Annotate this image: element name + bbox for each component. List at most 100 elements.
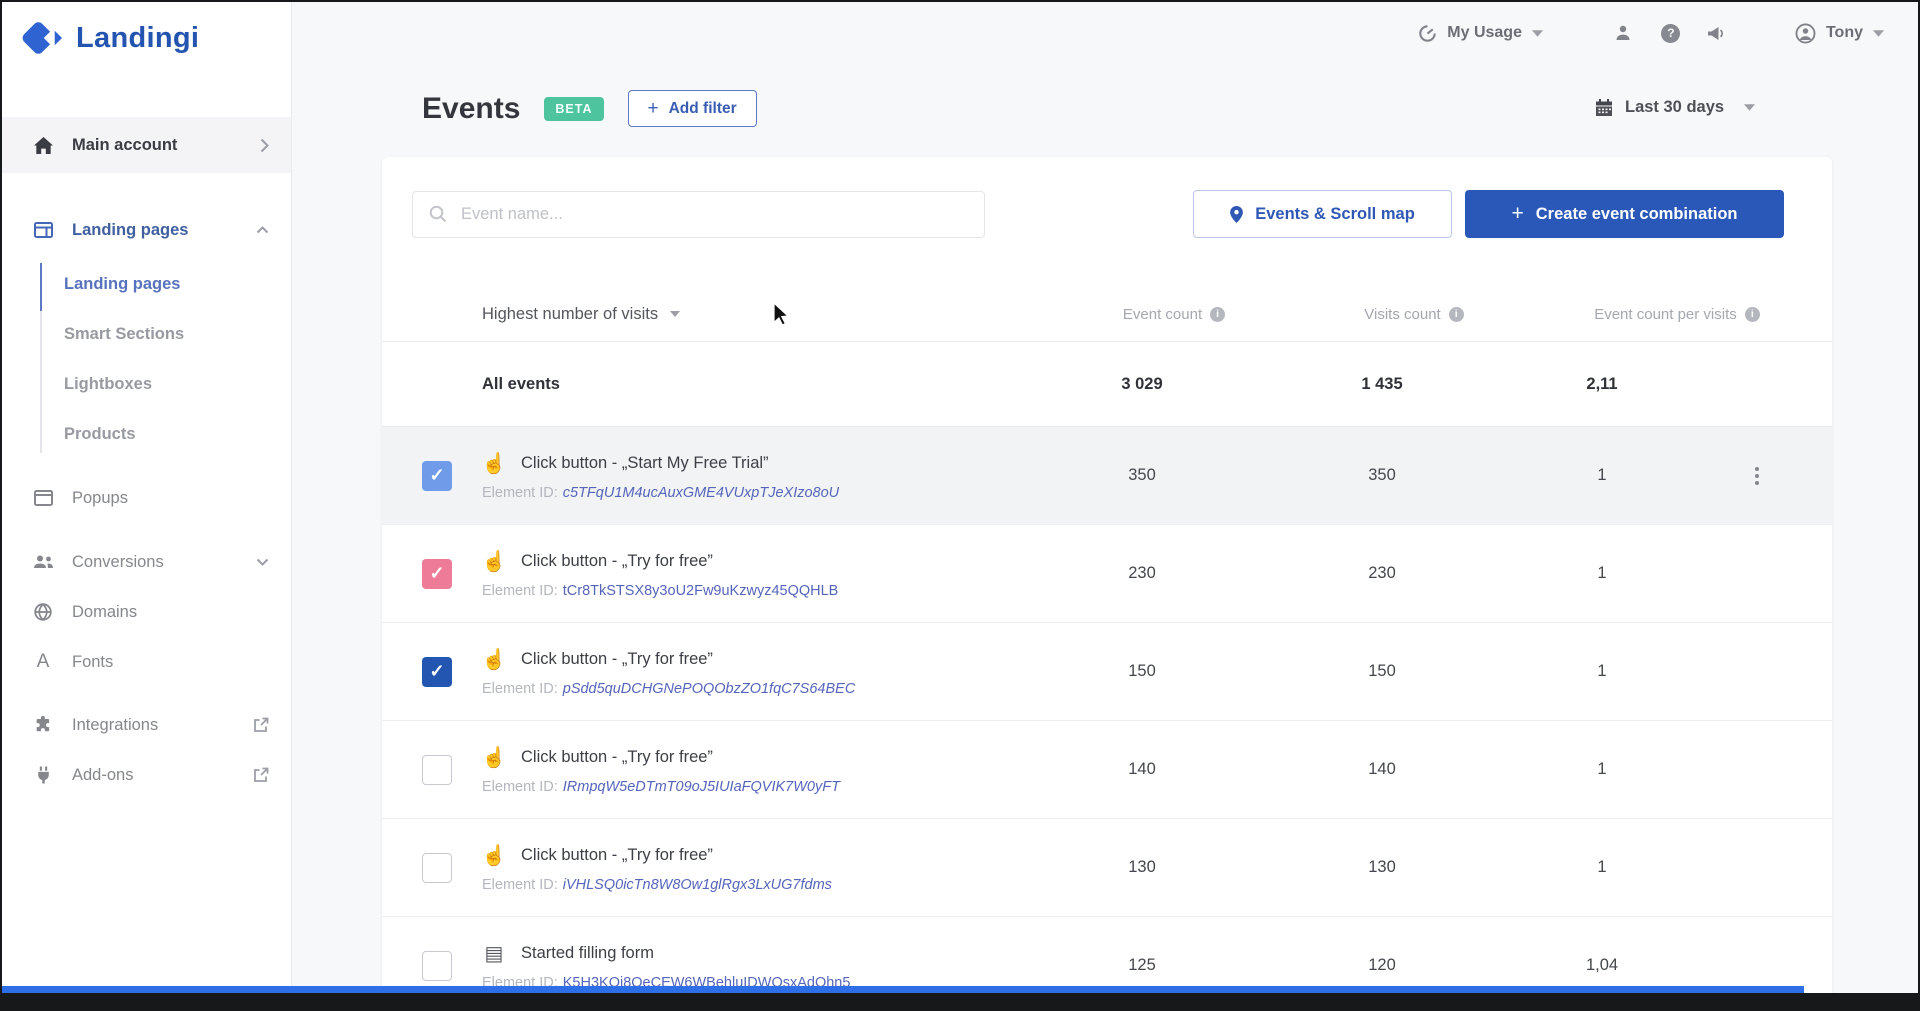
sidebar: Landingi Main account Landing pages Land… [2,2,292,993]
sidebar-item-integrations[interactable]: Integrations [2,700,291,750]
event-count-value: 140 [1128,760,1156,778]
visits-count-value: 350 [1368,466,1396,484]
event-row[interactable]: ✓ ☝ Click button - „Start My Free Trial”… [382,427,1832,525]
search-icon [429,205,447,223]
all-events-row: All events 3 029 1 435 2,11 [382,342,1832,427]
sidebar-item-popups[interactable]: Popups [2,473,291,523]
search-input[interactable] [461,204,968,224]
add-filter-button[interactable]: + Add filter [627,90,757,127]
event-name: Click button - „Try for free” [521,747,713,766]
element-id-link[interactable]: tCr8TkSTSX8y3oU2Fw9uKzwyz45QQHLB [563,583,839,599]
sidebar-item-label: Landing pages [72,220,189,239]
event-row[interactable]: ☝ Click button - „Try for free” Element … [382,819,1832,917]
click-icon: ☝ [481,452,507,475]
announcements-button[interactable] [1695,25,1743,42]
card-toolbar: Events & Scroll map + Create event combi… [412,190,1784,238]
visits-count-value: 150 [1368,662,1396,680]
sidebar-item-domains[interactable]: Domains [2,587,291,637]
click-icon: ☝ [481,746,507,769]
sidebar-item-main-account[interactable]: Main account [2,117,291,173]
bottom-strip [2,993,1918,1009]
sidebar-item-smart-sections[interactable]: Smart Sections [2,309,291,359]
check-icon: ✓ [429,661,445,681]
megaphone-icon [1708,25,1729,42]
element-id-link[interactable]: c5TFqU1M4ucAuxGME4VUxpTJeXIzo8oU [563,485,839,501]
date-range-dropdown[interactable]: Last 30 days [1595,98,1756,117]
sidebar-item-label: Domains [72,602,138,621]
team-button[interactable] [1599,24,1647,42]
sidebar-item-add-ons[interactable]: Add-ons [2,750,291,800]
per-visits-value: 1,04 [1585,956,1619,974]
external-link-icon [253,717,269,733]
globe-icon [32,603,54,621]
row-menu-kebab-icon[interactable] [1749,461,1765,491]
sidebar-item-lightboxes[interactable]: Lightboxes [2,359,291,409]
event-count-value: 130 [1128,858,1156,876]
sort-label: Highest number of visits [482,304,659,323]
per-visits-value: 1 [1597,662,1607,680]
sidebar-item-conversions[interactable]: Conversions [2,537,291,587]
help-icon: ? [1661,23,1681,43]
chevron-down-icon [256,558,269,566]
per-visits-value: 1 [1597,466,1607,484]
map-pin-icon [1230,205,1244,223]
event-row[interactable]: ✓ ☝ Click button - „Try for free” Elemen… [382,525,1832,623]
info-icon[interactable]: i [1448,306,1464,322]
element-id-label: Element ID: [482,778,558,795]
event-count-value: 350 [1128,466,1156,484]
sidebar-item-landing-pages[interactable]: Landing pages [2,259,291,309]
beta-badge: BETA [544,96,604,121]
calendar-icon [1595,98,1613,117]
users-icon [32,555,54,569]
form-icon: ▤ [484,942,504,965]
row-checkbox[interactable] [422,852,452,883]
event-search [412,190,985,238]
sidebar-group-landing-pages[interactable]: Landing pages [2,205,291,255]
visits-count-value: 130 [1368,858,1396,876]
column-header-visits-count: Visits count i [1274,306,1554,323]
row-checkbox[interactable]: ✓ [422,460,452,491]
info-icon[interactable]: i [1744,306,1760,322]
element-id-link[interactable]: iVHLSQ0icTn8W8Ow1glRgx3LxUG7fdms [563,877,832,893]
caret-down-icon [1873,29,1884,37]
sidebar-item-products[interactable]: Products [2,409,291,459]
column-header-event-count-per-visits: Event count per visits i [1522,306,1832,323]
row-checkbox[interactable] [422,950,452,981]
visits-count-value: 120 [1368,956,1396,974]
chevron-right-icon [260,138,269,153]
landing-pages-icon [32,222,54,238]
landing-pages-submenu: Landing pages Smart Sections Lightboxes … [2,259,291,459]
user-menu[interactable]: Tony [1795,23,1884,44]
plus-icon: + [647,97,659,119]
element-id-link[interactable]: IRmpqW5eDTmT09oJ5IUIaFQVIK7W0yFT [563,779,840,795]
events-scroll-map-button[interactable]: Events & Scroll map [1193,190,1452,238]
row-checkbox[interactable] [422,754,452,785]
event-row[interactable]: ☝ Click button - „Try for free” Element … [382,721,1832,819]
element-id-link[interactable]: pSdd5quDCHGNePOQObzZO1fqC7S64BEC [563,681,856,697]
user-name: Tony [1825,24,1863,41]
row-checkbox[interactable]: ✓ [422,656,452,687]
chevron-up-icon [256,226,269,234]
event-name: Started filling form [521,943,654,962]
my-usage-dropdown[interactable]: My Usage [1418,24,1543,43]
home-icon [32,136,54,154]
team-icon [1612,24,1634,42]
create-event-combination-button[interactable]: + Create event combination [1465,190,1784,238]
event-row[interactable]: ✓ ☝ Click button - „Try for free” Elemen… [382,623,1832,721]
info-icon[interactable]: i [1210,306,1226,322]
help-button[interactable]: ? [1647,23,1695,43]
sidebar-item-fonts[interactable]: A Fonts [2,637,291,687]
font-a-icon: A [36,651,50,672]
visits-count-value: 230 [1368,564,1396,582]
event-name: Click button - „Try for free” [521,649,713,668]
events-table: Highest number of visits Event count i Vi… [382,287,1832,1009]
sort-dropdown[interactable]: Highest number of visits [382,305,1042,324]
caret-down-icon [1744,104,1756,111]
plug-icon [32,766,54,784]
visits-count-value: 140 [1368,760,1396,778]
add-filter-label: Add filter [668,99,737,117]
event-name: Click button - „Try for free” [521,845,713,864]
row-checkbox[interactable]: ✓ [422,558,452,589]
page-title: Events [422,91,521,125]
landingi-logo[interactable]: Landingi [20,18,199,58]
